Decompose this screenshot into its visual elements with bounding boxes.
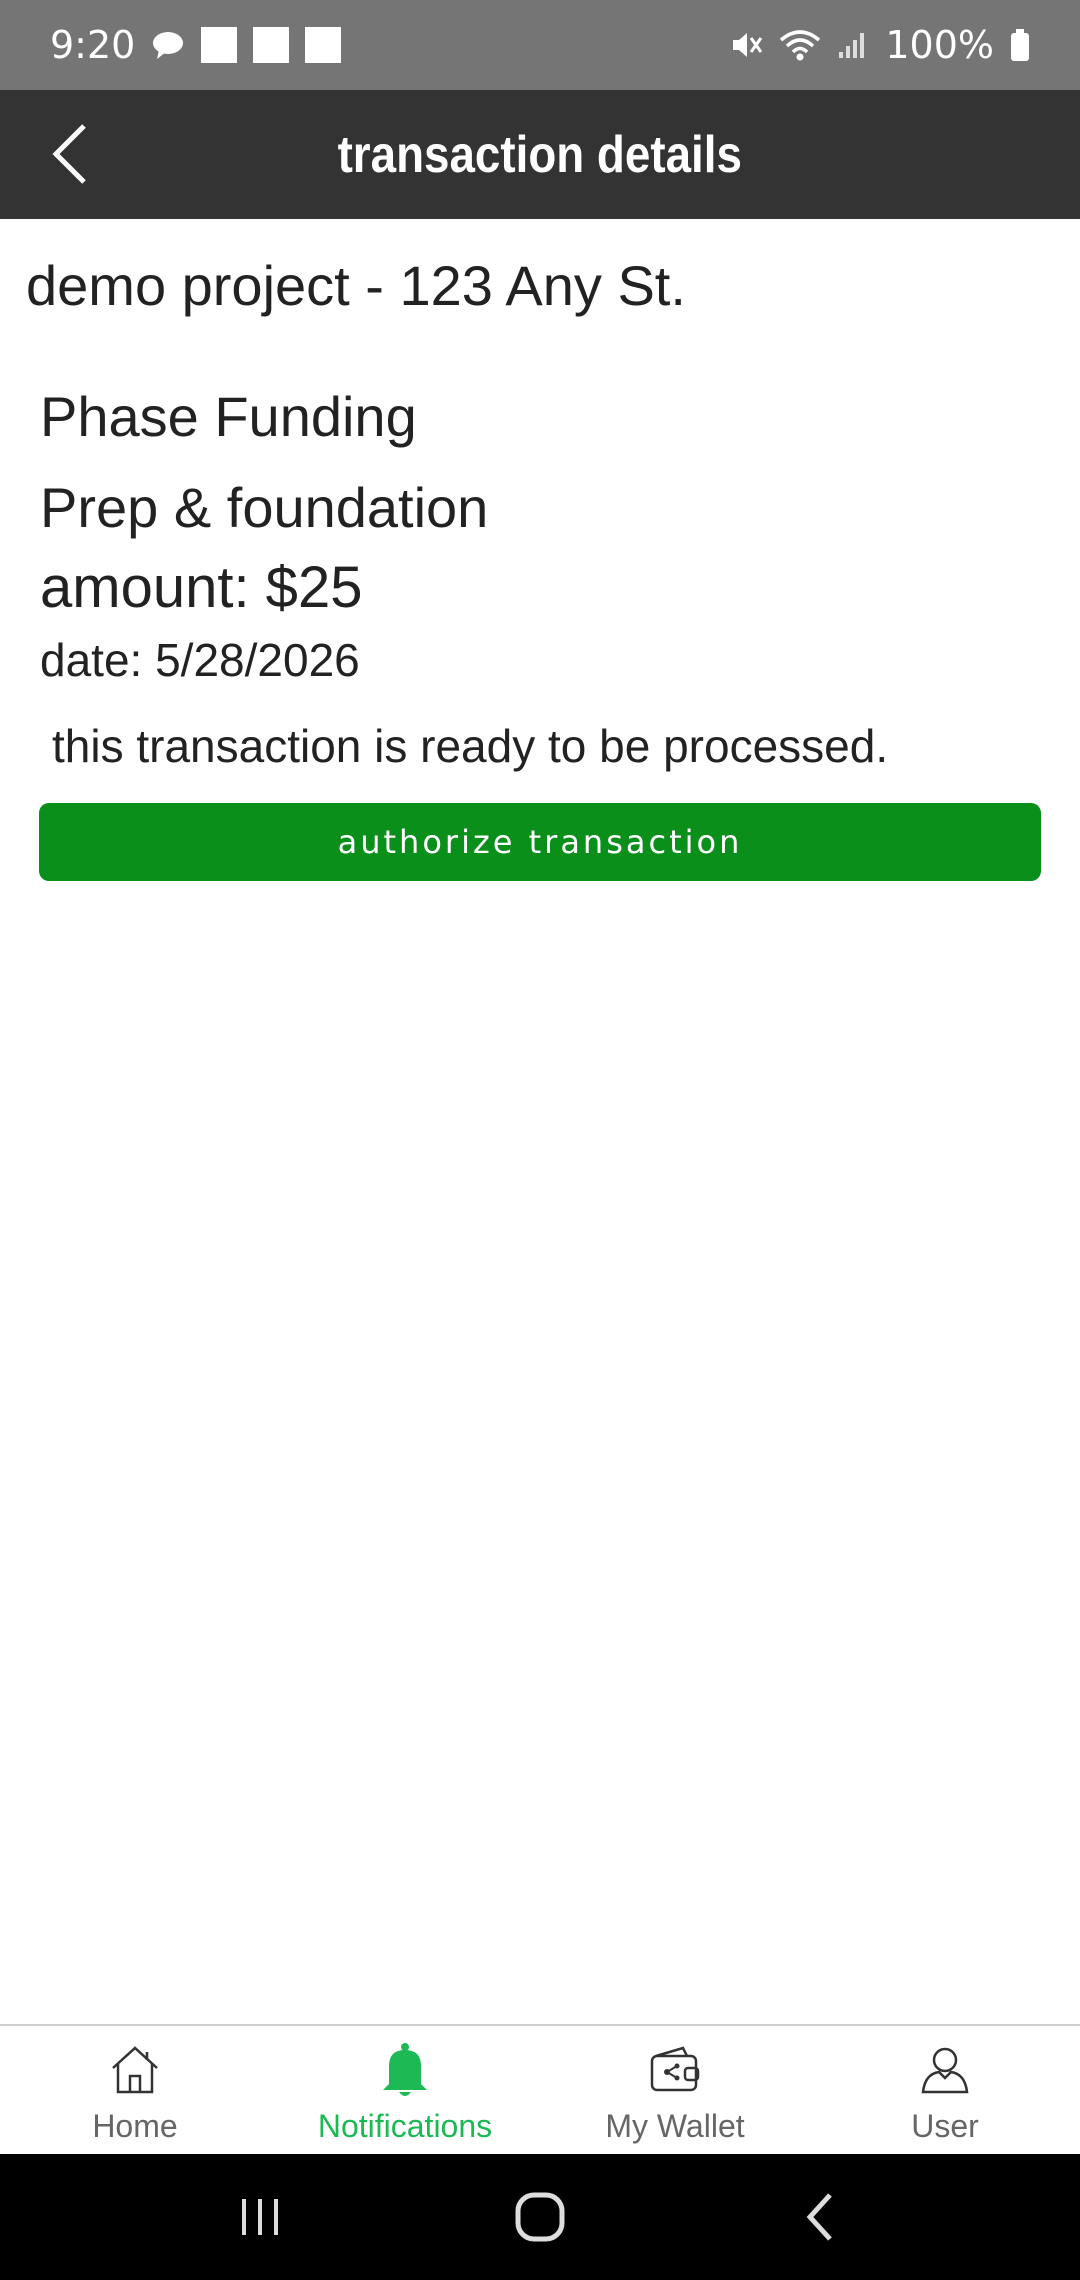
wifi-icon — [779, 28, 821, 62]
status-bar: 9:20 100% — [0, 0, 1080, 90]
notification-square-icon — [253, 27, 290, 63]
recent-apps-button[interactable] — [220, 2177, 300, 2257]
transaction-amount: amount: $25 — [40, 555, 363, 620]
nav-item-my-wallet[interactable]: My Wallet — [540, 2026, 810, 2154]
bell-icon — [375, 2040, 435, 2100]
status-right: 100% — [729, 23, 1030, 67]
bottom-nav: Home Notifications My Wallet User — [0, 2024, 1080, 2154]
user-icon — [915, 2040, 975, 2100]
recent-apps-icon — [242, 2199, 278, 2235]
chat-bubble-icon — [151, 30, 185, 60]
app-bar: transaction details — [0, 90, 1080, 219]
nav-label-my-wallet: My Wallet — [605, 2108, 745, 2144]
home-button[interactable] — [500, 2177, 580, 2257]
system-nav-bar — [0, 2154, 1080, 2280]
notification-square-icon — [305, 27, 342, 63]
battery-icon — [1010, 28, 1030, 62]
nav-item-notifications[interactable]: Notifications — [270, 2026, 540, 2154]
chevron-left-icon — [52, 124, 86, 184]
page-title: transaction details — [337, 125, 743, 184]
back-button[interactable] — [30, 114, 110, 194]
mute-icon — [729, 28, 763, 62]
transaction-date: date: 5/28/2026 — [40, 634, 360, 686]
home-icon — [105, 2040, 165, 2100]
signal-icon — [837, 30, 869, 60]
system-back-button[interactable] — [780, 2177, 860, 2257]
battery-percent: 100% — [885, 23, 994, 67]
back-arrow-icon — [806, 2193, 832, 2241]
project-title: demo project - 123 Any St. — [26, 254, 686, 317]
screen: 9:20 100% transaction details demo proje… — [0, 0, 1080, 2280]
transaction-type: Phase Funding — [40, 385, 417, 448]
status-time: 9:20 — [50, 23, 136, 67]
status-left: 9:20 — [50, 23, 342, 67]
home-circle-icon — [515, 2192, 565, 2242]
authorize-transaction-button[interactable]: authorize transaction — [39, 803, 1041, 881]
notification-square-icon — [201, 27, 238, 63]
nav-item-home[interactable]: Home — [0, 2026, 270, 2154]
nav-item-user[interactable]: User — [810, 2026, 1080, 2154]
wallet-icon — [645, 2040, 705, 2100]
nav-label-user: User — [911, 2108, 979, 2144]
phase-name: Prep & foundation — [40, 476, 489, 539]
nav-label-notifications: Notifications — [317, 2108, 493, 2144]
nav-label-home: Home — [92, 2108, 178, 2144]
status-message: this transaction is ready to be processe… — [52, 720, 889, 772]
